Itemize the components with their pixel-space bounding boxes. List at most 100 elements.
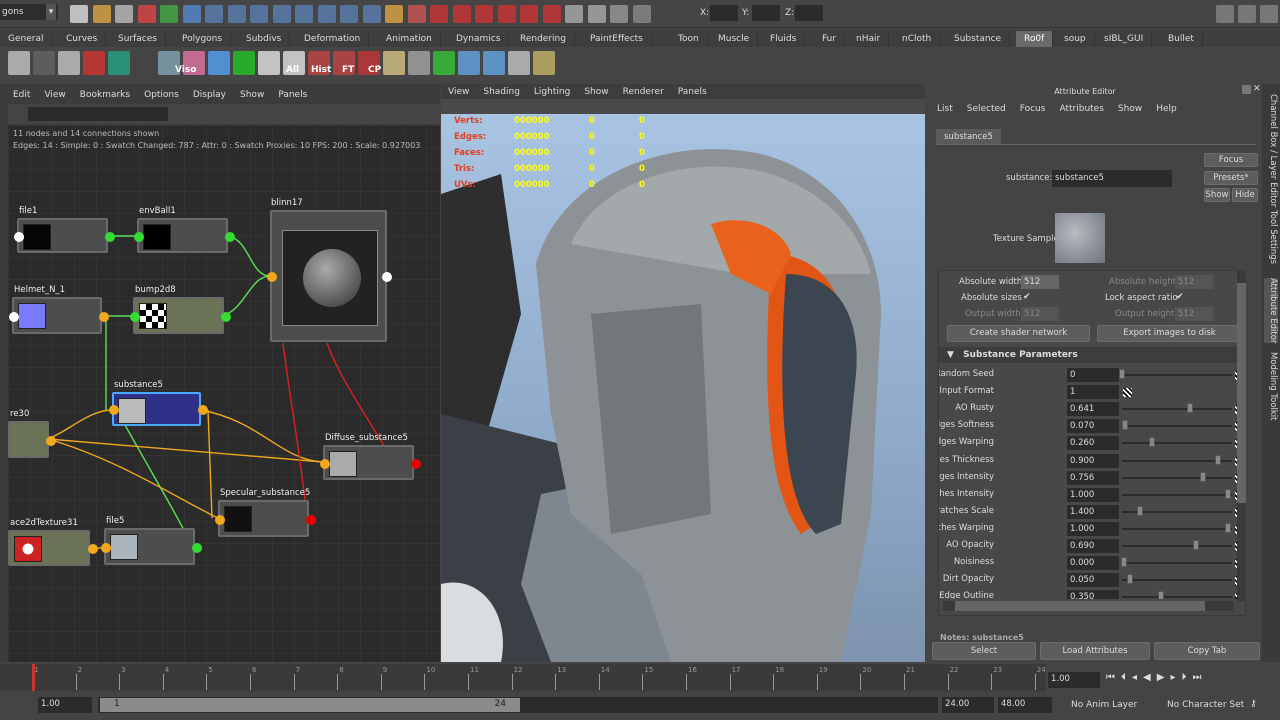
toolbar-icon[interactable] (250, 5, 268, 23)
node-re30[interactable] (8, 421, 56, 458)
param-slider[interactable] (1122, 591, 1232, 599)
tab-attribute-editor[interactable]: Attribute Editor (1264, 278, 1278, 344)
export-images-button[interactable]: Export images to disk (1097, 325, 1242, 342)
select-button[interactable]: Select (932, 642, 1036, 660)
slider-thumb[interactable] (1224, 488, 1231, 499)
step-back-icon[interactable]: ◂ (1132, 672, 1143, 683)
z-field[interactable] (795, 5, 823, 21)
node-substance[interactable] (109, 392, 208, 426)
range-end-field[interactable]: 24.00 (942, 697, 994, 713)
absolute-sizes-checkbox[interactable]: ✔ (1023, 292, 1031, 302)
vertical-scrollbar[interactable] (1237, 271, 1246, 601)
float-panel-icon[interactable] (1242, 85, 1251, 94)
shelf-tab-general[interactable]: General (0, 31, 53, 47)
toolbar-icon[interactable] (227, 5, 246, 23)
shelf-icon[interactable] (258, 51, 280, 75)
param-slider[interactable] (1122, 488, 1232, 499)
menu-selected[interactable]: Selected (967, 104, 1006, 114)
param-value-field[interactable]: 0.900 (1067, 453, 1119, 468)
param-value-field[interactable]: 1.400 (1067, 504, 1119, 519)
toolbar-icon[interactable] (92, 5, 111, 23)
shelf-tab-toon[interactable]: Toon (670, 31, 708, 47)
node-port[interactable] (105, 231, 115, 242)
node-port[interactable] (14, 231, 24, 242)
slider-thumb[interactable] (1136, 505, 1143, 516)
shelf-icon[interactable] (8, 51, 30, 75)
menu-view[interactable]: View (448, 87, 469, 97)
shelf-tab-fur[interactable]: Fur (814, 31, 846, 47)
param-value-field[interactable]: 0.350 (1067, 590, 1119, 599)
param-value-field[interactable]: 0.050 (1067, 573, 1119, 588)
menu-display[interactable]: Display (193, 90, 226, 100)
lock-aspect-checkbox[interactable]: ✔ (1176, 292, 1184, 302)
menu-shading[interactable]: Shading (483, 87, 520, 97)
node-port[interactable] (99, 311, 109, 322)
toolbar-icon[interactable] (160, 5, 178, 23)
param-slider[interactable] (1122, 471, 1232, 482)
menu-renderer[interactable]: Renderer (623, 87, 664, 97)
param-slider[interactable] (1122, 522, 1232, 533)
slider-thumb[interactable] (1122, 420, 1129, 431)
key-icon[interactable]: ⚷ (1250, 699, 1257, 709)
shelf-icon[interactable] (508, 51, 530, 75)
node-tab[interactable]: substance5 (936, 129, 1001, 145)
param-value-field[interactable]: 0.260 (1067, 436, 1119, 451)
node-port[interactable] (306, 514, 316, 525)
slider-thumb[interactable] (1187, 403, 1194, 414)
toolbar-icon[interactable] (385, 5, 403, 23)
range-handle[interactable]: 1 24 (100, 698, 520, 712)
param-value-field[interactable]: 0.690 (1067, 539, 1119, 553)
toolbar-icon[interactable] (317, 5, 336, 23)
param-slider[interactable] (1122, 403, 1232, 414)
param-value-field[interactable]: 0.070 (1067, 419, 1119, 434)
slider-thumb[interactable] (1200, 471, 1207, 482)
node-name-field[interactable]: substance5 (1052, 170, 1172, 187)
node-port[interactable] (320, 458, 330, 469)
hide-button[interactable]: Hide (1232, 188, 1258, 202)
shelf-icon[interactable] (133, 51, 155, 75)
node-port[interactable] (9, 311, 19, 322)
3d-viewport[interactable]: Verts: 000000 0 0 Edges: 000000 0 0 Faces: 000000… (441, 114, 925, 662)
toolbar-icon[interactable] (430, 5, 448, 23)
focus-button[interactable]: Focus (1204, 153, 1258, 167)
toolbar-icon[interactable] (340, 5, 358, 23)
slider-thumb[interactable] (1224, 522, 1231, 533)
node-bump[interactable] (130, 297, 231, 334)
param-slider[interactable] (1122, 454, 1232, 465)
texture-map-icon[interactable] (1123, 388, 1132, 398)
shelf-icon[interactable] (433, 51, 455, 75)
node-search-field[interactable] (28, 107, 168, 121)
x-field[interactable] (710, 5, 738, 21)
menu-help[interactable]: Help (1156, 104, 1177, 114)
toolbar-icon[interactable] (542, 5, 561, 23)
shelf-icon[interactable] (208, 51, 230, 75)
toolbar-icon[interactable] (565, 5, 583, 23)
node-port[interactable] (382, 272, 392, 282)
menu-lighting[interactable]: Lighting (534, 87, 570, 97)
param-value-field[interactable]: 0 (1067, 368, 1119, 382)
toolbar-icon[interactable] (295, 5, 313, 23)
shelf-tab-curves[interactable]: Curves (58, 31, 107, 47)
menu-options[interactable]: Options (144, 90, 179, 100)
menu-show[interactable]: Show (584, 87, 608, 97)
slider-thumb[interactable] (1148, 437, 1155, 448)
show-button[interactable]: Show (1204, 188, 1230, 202)
menu-show[interactable]: Show (1118, 104, 1142, 114)
shelf-tab-ro0f[interactable]: Ro0f (1016, 31, 1054, 47)
node-port[interactable] (221, 311, 231, 322)
shelf-tab-painteffects[interactable]: PaintEffects (582, 31, 652, 47)
param-slider[interactable] (1122, 540, 1232, 550)
toolbar-icon[interactable] (115, 5, 133, 23)
shelf-tab-surfaces[interactable]: Surfaces (110, 31, 166, 47)
toolbar-icon[interactable] (497, 5, 516, 23)
absolute-width-select[interactable]: 512 (1021, 275, 1059, 289)
toolbar-icon[interactable] (70, 5, 88, 23)
menu-panels[interactable]: Panels (678, 87, 707, 97)
range-slider[interactable]: 1 24 (98, 697, 938, 713)
current-frame-field[interactable]: 1.00 (1048, 672, 1100, 688)
shelf-tab-subdivs[interactable]: Subdivs (238, 31, 291, 47)
shelf-tab-fluids[interactable]: Fluids (762, 31, 806, 47)
param-value-field[interactable]: 1 (1067, 385, 1119, 400)
tab-tool-settings[interactable]: Tool Settings (1264, 210, 1278, 264)
toolbar-icon[interactable] (632, 5, 651, 23)
